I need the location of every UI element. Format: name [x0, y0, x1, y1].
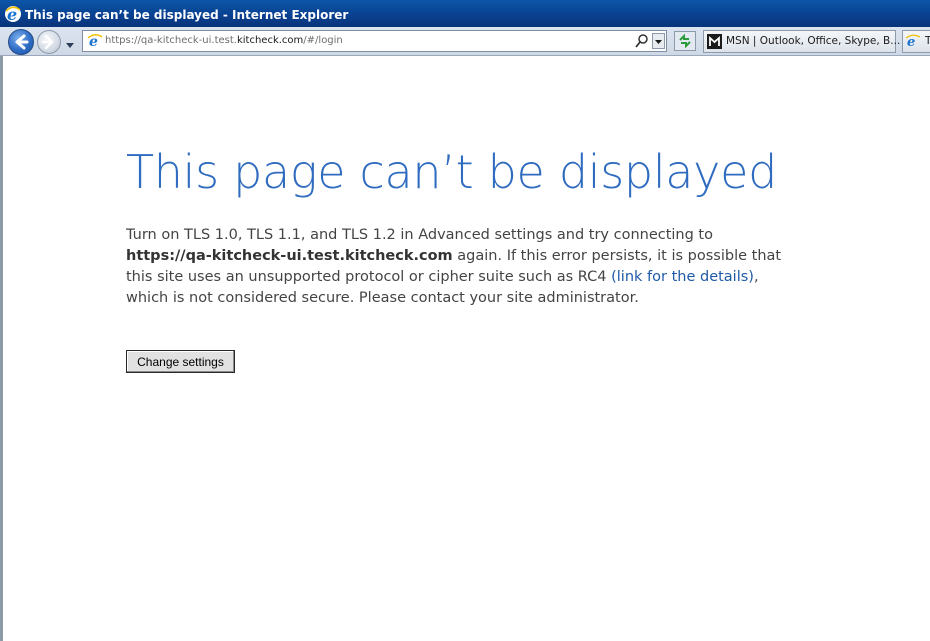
host-name: https://qa-kitcheck-ui.test.kitcheck.com: [126, 248, 453, 264]
error-message: Turn on TLS 1.0, TLS 1.1, and TLS 1.2 in…: [126, 227, 782, 306]
tab-label: T: [925, 35, 930, 47]
address-dropdown-button[interactable]: [652, 33, 665, 49]
details-link[interactable]: (link for the details): [611, 269, 754, 285]
recent-pages-dropdown[interactable]: [64, 36, 76, 48]
address-bar[interactable]: e https://qa-kitcheck-ui.test.kitcheck.c…: [82, 30, 667, 52]
forward-button[interactable]: [37, 30, 61, 54]
change-settings-button[interactable]: Change settings: [126, 350, 235, 373]
arrow-right-icon: [41, 34, 54, 50]
msn-icon: [707, 34, 722, 49]
ie-page-icon: e: [905, 34, 921, 50]
search-icon[interactable]: [635, 33, 649, 49]
arrow-left-icon: [15, 34, 29, 50]
page-content: This page can’t be displayed Turn on TLS…: [0, 56, 930, 641]
tab-current[interactable]: e T: [902, 30, 930, 53]
navigation-toolbar: e https://qa-kitcheck-ui.test.kitcheck.c…: [0, 27, 930, 56]
window-title: This page can’t be displayed - Internet …: [25, 8, 349, 22]
tab-msn[interactable]: MSN | Outlook, Office, Skype, B...: [703, 30, 900, 53]
back-button[interactable]: [8, 29, 34, 55]
internet-explorer-icon: e: [4, 5, 22, 24]
title-bar: e This page can’t be displayed - Interne…: [0, 0, 930, 27]
chevron-down-icon: [66, 43, 74, 48]
refresh-icon: [679, 33, 691, 49]
error-title: This page can’t be displayed: [126, 145, 778, 199]
browser-window: e This page can’t be displayed - Interne…: [0, 0, 930, 641]
tab-label: MSN | Outlook, Office, Skype, B...: [726, 35, 901, 47]
url-text[interactable]: https://qa-kitcheck-ui.test.kitcheck.com…: [105, 34, 343, 48]
refresh-button[interactable]: [674, 31, 696, 51]
chevron-down-icon: [655, 40, 662, 44]
page-favicon-icon: e: [87, 33, 103, 50]
